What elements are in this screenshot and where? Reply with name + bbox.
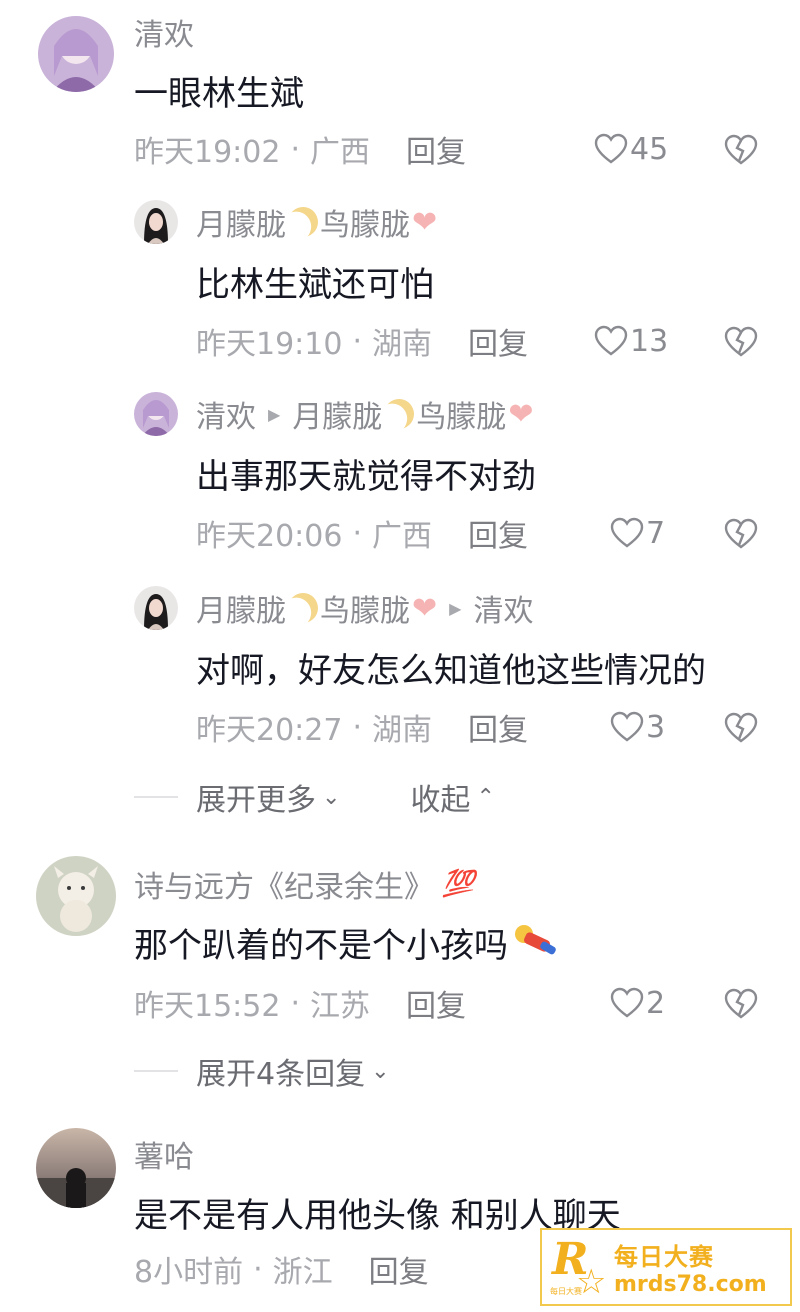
divider (134, 1070, 178, 1072)
broken-heart-icon[interactable] (724, 134, 758, 166)
username[interactable]: 月朦胧 鸟朦胧 ❤ ▶ 清欢 (196, 588, 533, 630)
comment-meta: 昨天19:02 · 广西 回复 (134, 127, 466, 171)
watermark-url: mrds78.com (614, 1272, 767, 1297)
comment-text: 比林生斌还可怕 (196, 264, 434, 305)
triangle-right-icon: ▶ (449, 598, 462, 618)
pink-heart-emoji-icon: ❤ (412, 204, 438, 240)
like-count: 13 (630, 323, 669, 359)
region: 湖南 (372, 713, 433, 748)
reply-button[interactable]: 回复 (468, 705, 528, 749)
separator: · (290, 131, 301, 167)
reply-button[interactable]: 回复 (468, 319, 528, 363)
broken-heart-icon[interactable] (724, 518, 758, 550)
like-button[interactable]: 3 (610, 708, 665, 746)
broken-heart-icon[interactable] (724, 988, 758, 1020)
like-button[interactable]: 45 (594, 130, 668, 168)
avatar[interactable] (36, 1128, 116, 1208)
broken-heart-icon[interactable] (724, 326, 758, 358)
chevron-up-icon: ⌃ (476, 784, 495, 810)
divider (134, 796, 178, 798)
like-count: 7 (646, 515, 666, 551)
separator: · (352, 515, 363, 551)
heart-outline-icon (594, 133, 628, 164)
expand-more-button[interactable]: 展开更多 ⌄ (196, 775, 340, 819)
comment-meta: 8小时前 · 浙江 回复 (134, 1247, 429, 1291)
region: 广西 (310, 135, 371, 170)
timestamp: 昨天15:52 (134, 989, 281, 1024)
watermark-title: 每日大赛 (614, 1243, 714, 1271)
comment-text: 对啊，好友怎么知道他这些情况的 (196, 650, 706, 691)
heart-outline-icon (610, 711, 644, 742)
comment-reply: 月朦胧 鸟朦胧 ❤ ▶ 清欢 对啊，好友怎么知道他这些情况的 昨天20:27 ·… (0, 572, 800, 758)
like-count: 3 (646, 709, 666, 745)
like-button[interactable]: 13 (594, 322, 668, 360)
avatar[interactable] (36, 856, 116, 936)
pink-heart-emoji-icon: ❤ (508, 396, 534, 432)
reply-button[interactable]: 回复 (369, 1247, 429, 1291)
separator: · (253, 1251, 263, 1287)
reply-button[interactable]: 回复 (406, 127, 466, 171)
heart-outline-icon (610, 517, 644, 548)
avatar[interactable] (134, 392, 178, 436)
separator: · (352, 323, 363, 359)
avatar[interactable] (134, 586, 178, 630)
triangle-right-icon: ▶ (268, 404, 281, 424)
timestamp: 昨天20:27 (196, 713, 343, 748)
reply-button[interactable]: 回复 (406, 981, 466, 1025)
sticker-emoji-icon (510, 922, 560, 962)
watermark-r-logo-icon: R ☆ 每日大赛 (550, 1234, 607, 1302)
like-count: 45 (630, 131, 669, 167)
region: 湖南 (372, 327, 433, 362)
comment-text: 出事那天就觉得不对劲 (196, 456, 536, 497)
chevron-down-icon: ⌄ (322, 784, 341, 810)
broken-heart-icon[interactable] (724, 712, 758, 744)
username[interactable]: 清欢 (134, 10, 194, 54)
moon-emoji-icon (380, 395, 418, 433)
timestamp: 昨天19:02 (134, 135, 281, 170)
username[interactable]: 月朦胧 鸟朦胧 ❤ (196, 202, 438, 244)
comment-text: 那个趴着的不是个小孩吗 (134, 916, 560, 968)
comment-top-level: 清欢 一眼林生斌 昨天19:02 · 广西 回复 45 (0, 0, 800, 180)
like-count: 2 (646, 985, 666, 1021)
region: 广西 (372, 519, 433, 554)
watermark-logo: R ☆ 每日大赛 每日大赛 mrds78.com (540, 1228, 792, 1306)
separator: · (352, 709, 363, 745)
avatar[interactable] (38, 16, 114, 92)
region: 江苏 (310, 989, 371, 1024)
comment-reply: 月朦胧 鸟朦胧 ❤ 比林生斌还可怕 昨天19:10 · 湖南 回复 13 (0, 186, 800, 372)
watermark-text: 每日大赛 mrds78.com (614, 1237, 767, 1297)
separator: · (290, 985, 301, 1021)
collapse-button[interactable]: 收起 ⌃ (410, 775, 494, 819)
timestamp: 8小时前 (134, 1255, 244, 1290)
avatar[interactable] (134, 200, 178, 244)
heart-outline-icon (610, 987, 644, 1018)
thread-expand-row: 展开更多 ⌄ 收起 ⌃ (134, 776, 495, 818)
comment-meta: 昨天20:06 · 广西 回复 (196, 511, 528, 555)
comment-reply: 清欢 ▶ 月朦胧 鸟朦胧 ❤ 出事那天就觉得不对劲 昨天20:06 · 广西 回… (0, 378, 800, 564)
comment-top-level: 诗与远方《纪录余生》 💯 那个趴着的不是个小孩吗 昨天15:52 · 江苏 回复… (0, 850, 800, 1040)
like-button[interactable]: 7 (610, 514, 665, 552)
pink-heart-emoji-icon: ❤ (412, 590, 438, 626)
timestamp: 昨天19:10 (196, 327, 343, 362)
comment-meta: 昨天19:10 · 湖南 回复 (196, 319, 528, 363)
timestamp: 昨天20:06 (196, 519, 343, 554)
hundred-points-emoji-icon: 💯 (442, 869, 475, 899)
username[interactable]: 薯哈 (134, 1132, 194, 1176)
comment-meta: 昨天20:27 · 湖南 回复 (196, 705, 528, 749)
username[interactable]: 清欢 ▶ 月朦胧 鸟朦胧 ❤ (196, 394, 534, 436)
chevron-down-icon: ⌄ (371, 1058, 390, 1084)
expand-replies-button[interactable]: 展开4条回复 ⌄ (196, 1049, 390, 1093)
comment-meta: 昨天15:52 · 江苏 回复 (134, 981, 466, 1025)
moon-emoji-icon (284, 203, 322, 241)
moon-emoji-icon (284, 589, 322, 627)
heart-outline-icon (594, 325, 628, 356)
region: 浙江 (272, 1255, 333, 1290)
reply-button[interactable]: 回复 (468, 511, 528, 555)
username[interactable]: 诗与远方《纪录余生》 💯 (134, 862, 474, 906)
like-button[interactable]: 2 (610, 984, 665, 1022)
thread-expand-row: 展开4条回复 ⌄ (134, 1050, 390, 1092)
comment-text: 一眼林生斌 (134, 73, 304, 114)
